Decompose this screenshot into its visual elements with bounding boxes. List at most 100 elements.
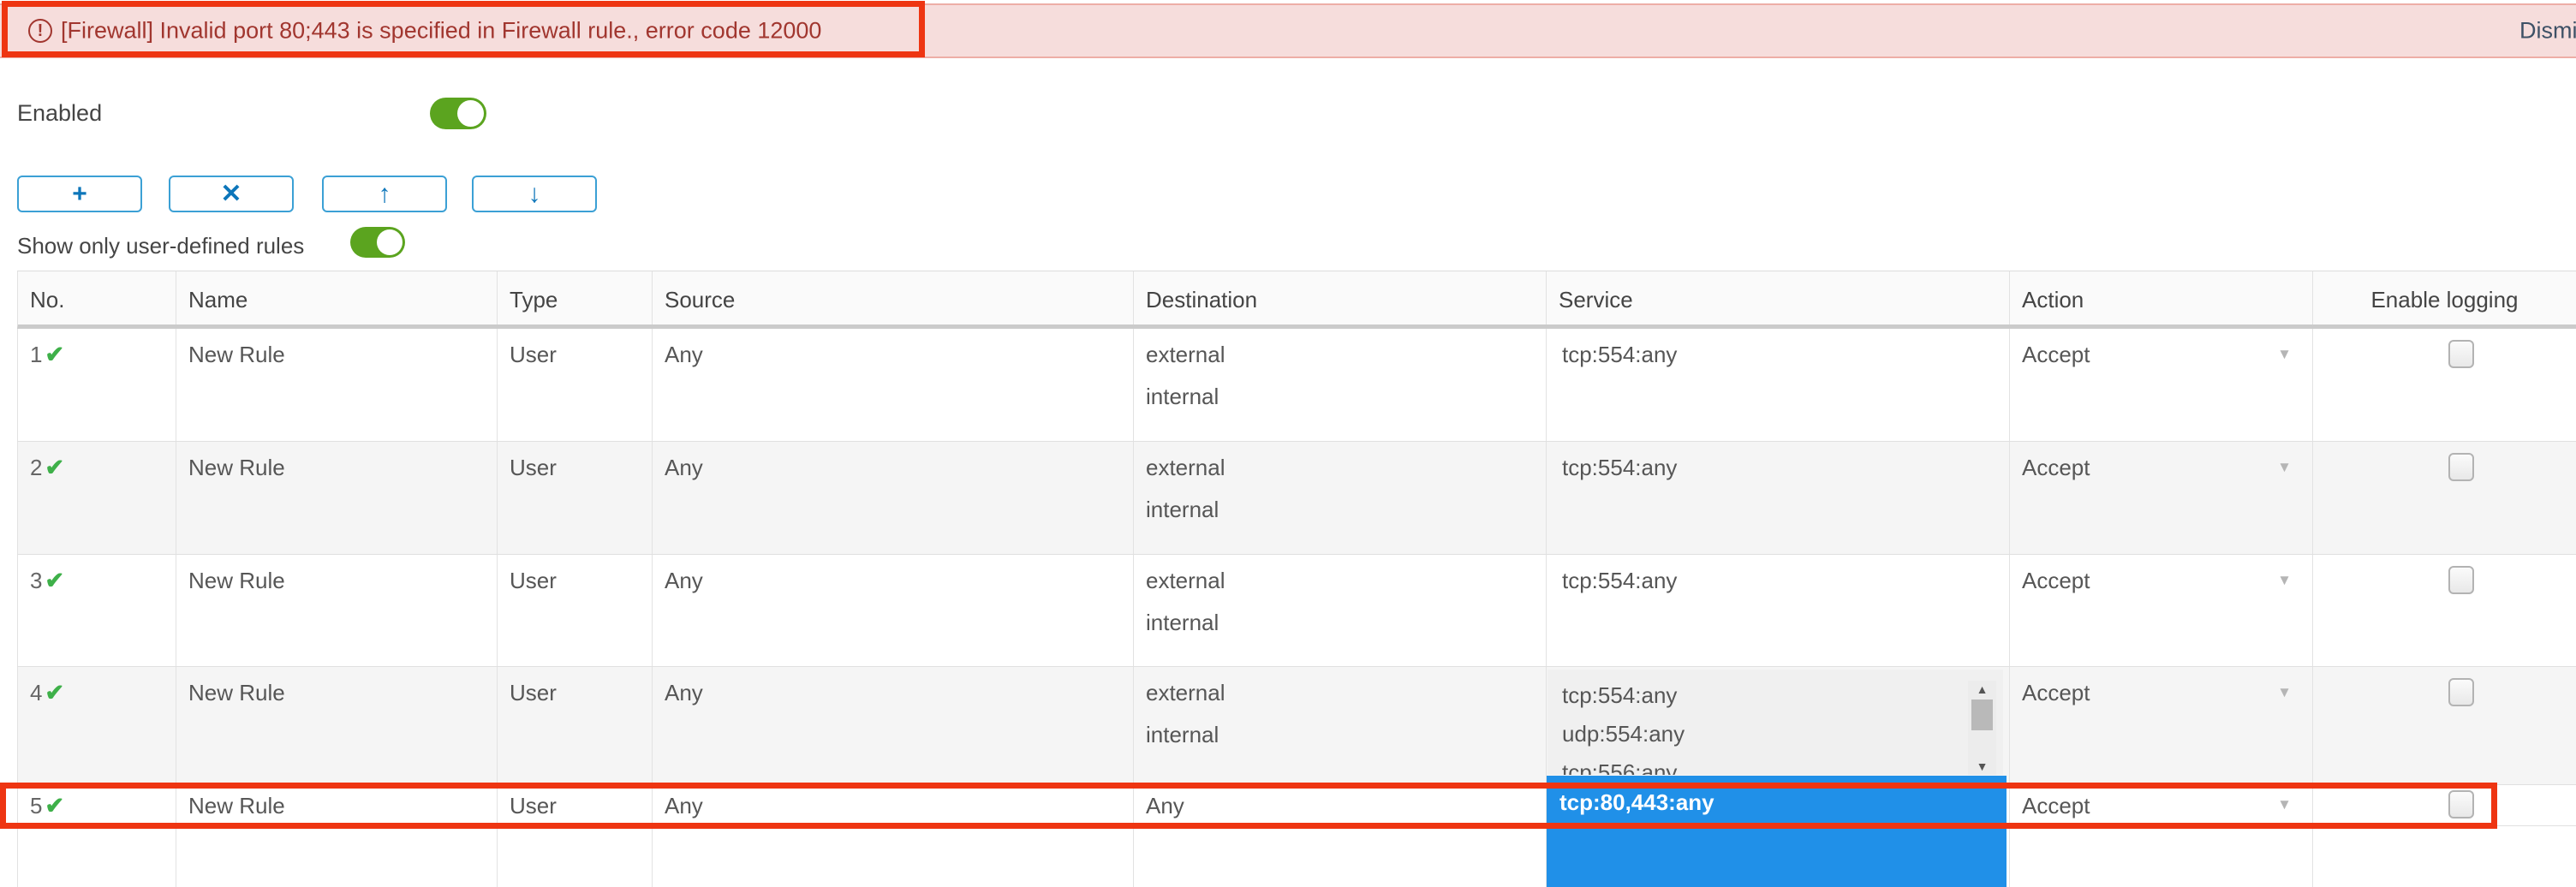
enable-logging-checkbox[interactable] <box>2448 790 2474 819</box>
chevron-down-icon[interactable]: ▼ <box>2277 573 2292 587</box>
cell-no: 5 ✔ <box>18 785 176 825</box>
cell-enable-logging <box>2313 785 2576 825</box>
header-enable-logging: Enable logging <box>2313 271 2576 324</box>
chevron-down-icon[interactable]: ▼ <box>2277 460 2292 474</box>
enable-logging-checkbox[interactable] <box>2448 340 2474 368</box>
header-no: No. <box>18 271 176 324</box>
user-defined-filter-toggle[interactable] <box>350 227 405 258</box>
chevron-down-icon[interactable]: ▼ <box>2277 685 2292 699</box>
destination-item: internal <box>1146 722 1219 747</box>
action-dropdown[interactable]: Accept ▼ <box>2010 442 2313 554</box>
cell-enable-logging <box>2313 329 2576 441</box>
table-row[interactable]: 3 ✔ New Rule User Any external internal t… <box>17 555 2576 667</box>
rule-number: 1 <box>30 342 43 367</box>
cell-enable-logging <box>2313 667 2576 784</box>
check-icon: ✔ <box>45 793 65 819</box>
cell-enable-logging <box>2313 555 2576 666</box>
action-dropdown[interactable]: Accept ▼ <box>2010 667 2313 784</box>
service-list-item[interactable]: tcp:556:any <box>1547 753 2003 775</box>
action-value: Accept <box>2022 793 2090 819</box>
table-row[interactable]: 2 ✔ New Rule User Any external internal t… <box>17 442 2576 555</box>
destination-item: external <box>1146 568 1225 593</box>
scrollbar-thumb[interactable] <box>1971 699 1993 730</box>
cell-destination: external internal <box>1134 667 1547 784</box>
cell-destination: external internal <box>1134 329 1547 441</box>
service-list-scrollbar[interactable]: ▲ ▼ <box>1968 681 1996 775</box>
move-rule-up-button[interactable]: ↑ <box>322 176 447 212</box>
toggle-knob <box>457 100 484 127</box>
enabled-label: Enabled <box>17 100 103 126</box>
scroll-up-icon[interactable]: ▲ <box>1968 681 1996 698</box>
action-value: Accept <box>2022 568 2090 593</box>
enable-logging-checkbox[interactable] <box>2448 453 2474 481</box>
cell-type: User <box>498 442 653 554</box>
cell-source: Any <box>653 555 1134 666</box>
destination-item: external <box>1146 680 1225 705</box>
header-destination: Destination <box>1134 271 1547 324</box>
action-dropdown[interactable]: Accept ▼ <box>2010 785 2313 825</box>
cell-enable-logging <box>2313 442 2576 554</box>
cell-type: User <box>498 667 653 784</box>
chevron-down-icon[interactable]: ▼ <box>2277 347 2292 361</box>
cell-destination: Any <box>1134 785 1547 825</box>
enabled-toggle[interactable] <box>430 98 486 129</box>
cell-no: 3 ✔ <box>18 555 176 666</box>
enable-logging-checkbox[interactable] <box>2448 566 2474 594</box>
cell-source: Any <box>653 785 1134 825</box>
service-listbox[interactable]: tcp:554:any udp:554:any tcp:556:any <box>1547 670 2003 775</box>
add-rule-button[interactable]: + <box>17 176 142 212</box>
error-message: [Firewall] Invalid port 80;443 is specif… <box>61 17 822 44</box>
rule-number: 4 <box>30 680 43 705</box>
empty-cell <box>18 826 176 887</box>
check-icon: ✔ <box>45 455 65 480</box>
cell-name: New Rule <box>176 329 498 441</box>
service-list-item[interactable]: udp:554:any <box>1547 715 2003 753</box>
action-dropdown[interactable]: Accept ▼ <box>2010 329 2313 441</box>
firewall-rules-page: ! [Firewall] Invalid port 80;443 is spec… <box>0 0 2576 887</box>
table-header: No. Name Type Source Destination Service… <box>17 271 2576 329</box>
cell-type: User <box>498 555 653 666</box>
table-row[interactable]: 4 ✔ New Rule User Any external internal t… <box>17 667 2576 785</box>
enable-logging-checkbox[interactable] <box>2448 678 2474 706</box>
header-name: Name <box>176 271 498 324</box>
filter-label: Show only user-defined rules <box>17 233 305 259</box>
check-icon: ✔ <box>45 680 65 705</box>
header-service: Service <box>1547 271 2010 324</box>
check-icon: ✔ <box>45 342 65 367</box>
cell-name: New Rule <box>176 667 498 784</box>
rule-number: 3 <box>30 568 43 593</box>
destination-item: internal <box>1146 497 1219 522</box>
scroll-down-icon[interactable]: ▼ <box>1968 758 1996 775</box>
table-row-selected[interactable]: 5 ✔ New Rule User Any Any Accept ▼ <box>17 785 2576 826</box>
header-type: Type <box>498 271 653 324</box>
cell-source: Any <box>653 329 1134 441</box>
action-value: Accept <box>2022 342 2090 367</box>
cell-service: tcp:554:any <box>1547 555 2010 666</box>
cell-service: tcp:554:any <box>1547 442 2010 554</box>
empty-cell <box>2313 826 2576 887</box>
service-list-item[interactable]: tcp:554:any <box>1547 676 2003 715</box>
cell-name: New Rule <box>176 555 498 666</box>
dismiss-link[interactable]: Dismiss <box>2519 18 2576 45</box>
table-row[interactable]: 1 ✔ New Rule User Any external internal t… <box>17 329 2576 442</box>
chevron-down-icon[interactable]: ▼ <box>2277 797 2292 812</box>
empty-cell <box>653 826 1134 887</box>
empty-cell <box>176 826 498 887</box>
selected-service-value[interactable]: tcp:80,443:any <box>1547 776 2007 815</box>
cell-source: Any <box>653 442 1134 554</box>
destination-item: external <box>1146 342 1225 367</box>
action-value: Accept <box>2022 455 2090 480</box>
cell-type: User <box>498 329 653 441</box>
check-icon: ✔ <box>45 568 65 593</box>
cell-no: 4 ✔ <box>18 667 176 784</box>
move-rule-down-button[interactable]: ↓ <box>472 176 597 212</box>
firewall-rules-table: No. Name Type Source Destination Service… <box>17 271 2576 887</box>
rule-number: 5 <box>30 793 43 819</box>
action-dropdown[interactable]: Accept ▼ <box>2010 555 2313 666</box>
destination-item: internal <box>1146 384 1219 409</box>
cell-destination: external internal <box>1134 555 1547 666</box>
cell-no: 2 ✔ <box>18 442 176 554</box>
header-source: Source <box>653 271 1134 324</box>
delete-rule-button[interactable]: ✕ <box>169 176 294 212</box>
selected-service-cell[interactable]: tcp:80,443:any <box>1547 776 2007 887</box>
